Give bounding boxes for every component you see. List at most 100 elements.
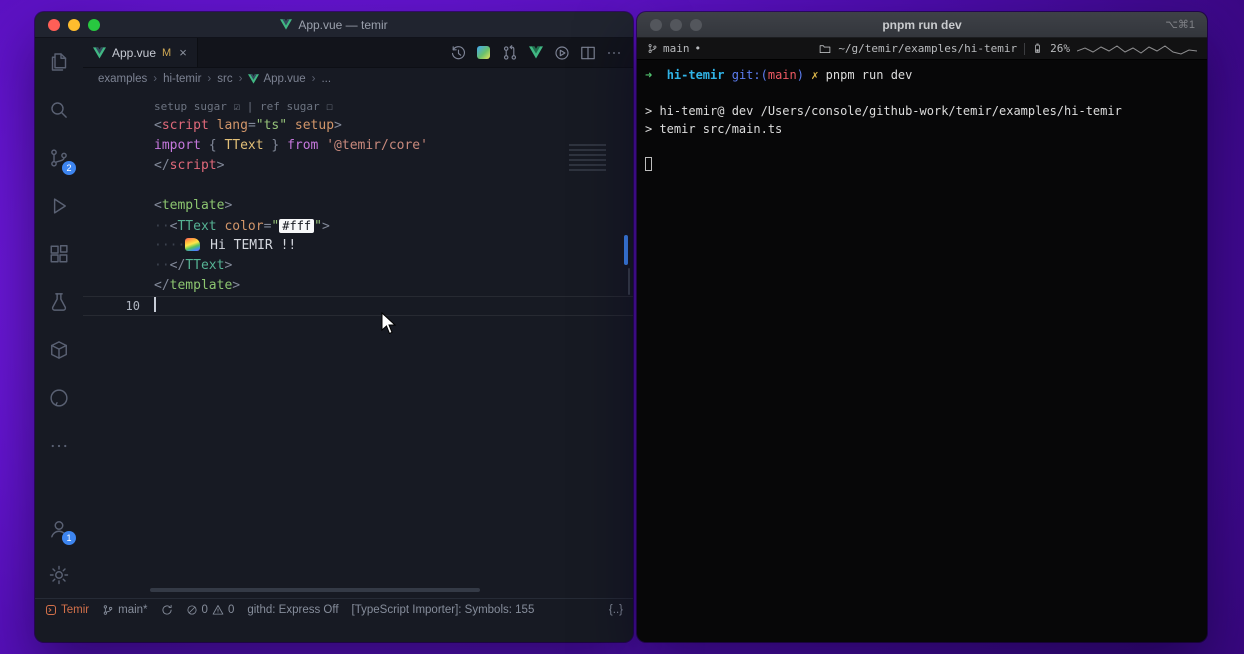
token: = — [247, 118, 256, 133]
window-title-text: App.vue — temir — [298, 17, 388, 32]
line-number — [83, 156, 154, 176]
extensions-icon[interactable] — [35, 230, 83, 278]
code-line[interactable] — [83, 176, 633, 196]
vscode-titlebar[interactable]: App.vue — temir — [35, 12, 633, 38]
token: > — [334, 118, 342, 133]
vue-devtools-icon[interactable] — [524, 41, 547, 64]
terminal-output[interactable]: ➜ hi-temir git:(main) ✗ pnpm run dev > hi… — [637, 60, 1207, 180]
minimize-window-button[interactable] — [670, 19, 682, 31]
more-views-icon[interactable] — [35, 422, 83, 470]
codelens-line[interactable]: setup sugar ☑ | ref sugar ☐ — [83, 98, 633, 116]
terminal-line[interactable]: ➜ hi-temir git:(main) ✗ pnpm run dev — [645, 66, 1199, 84]
code-line[interactable]: <template> — [83, 196, 633, 216]
minimap[interactable] — [569, 144, 621, 172]
code-line[interactable]: </script> — [83, 156, 633, 176]
line-number — [83, 256, 154, 276]
token: setup sugar — [154, 100, 234, 113]
token: TText — [224, 138, 264, 153]
status-sync[interactable] — [161, 604, 173, 616]
explorer-icon[interactable] — [35, 38, 83, 86]
terminal-title: pnpm run dev — [882, 17, 962, 32]
status-temir[interactable]: Temir — [45, 604, 89, 616]
text-cursor — [154, 297, 156, 312]
token: > temir src/main.ts — [645, 122, 783, 136]
close-tab-icon[interactable]: × — [179, 45, 187, 60]
changes-gradient-icon[interactable] — [472, 41, 495, 64]
timeline-icon[interactable] — [446, 41, 469, 64]
status-githd[interactable]: githd: Express Off — [247, 604, 338, 616]
terminal-line[interactable] — [645, 84, 1199, 102]
breadcrumb-item[interactable]: ... — [321, 73, 331, 85]
zoom-window-button[interactable] — [690, 19, 702, 31]
close-window-button[interactable] — [650, 19, 662, 31]
terminal-lines: ➜ hi-temir git:(main) ✗ pnpm run dev > hi… — [645, 66, 1199, 174]
code-line[interactable]: <script lang="ts" setup> — [83, 116, 633, 136]
breadcrumb-item[interactable]: examples — [98, 73, 147, 85]
code-line[interactable]: ··<TText color=" #fff "> — [83, 216, 633, 236]
token: " — [314, 219, 322, 234]
token: < — [154, 198, 162, 213]
dirty-indicator: • — [694, 42, 702, 55]
token: lang — [216, 118, 248, 133]
status-problems[interactable]: 0 0 — [186, 604, 234, 616]
terminal-window[interactable]: pnpm run dev ⌥⌘1 main • ~/g/temir/exampl… — [637, 12, 1207, 642]
close-window-button[interactable] — [48, 19, 60, 31]
status-ts-importer[interactable]: [TypeScript Importer]: Symbols: 155 — [352, 604, 535, 616]
terminal-cursor — [645, 157, 652, 171]
github-icon[interactable] — [35, 374, 83, 422]
tab-app-vue[interactable]: App.vue M × — [83, 38, 198, 67]
code-line[interactable]: ···· Hi TEMIR !! — [83, 236, 633, 256]
line-number — [83, 98, 154, 116]
terminal-line[interactable]: > hi-temir@ dev /Users/console/github-wo… — [645, 102, 1199, 120]
source-control-icon[interactable]: 2 — [35, 134, 83, 182]
overview-ruler-mark — [628, 268, 630, 295]
vscode-window[interactable]: App.vue — temir 2 1 App.vue M × examples… — [35, 12, 633, 642]
split-editor-icon[interactable] — [576, 41, 599, 64]
code-editor[interactable]: setup sugar ☑ | ref sugar ☐ <script lang=… — [83, 90, 633, 598]
folder-icon — [820, 44, 831, 53]
branch-name: main — [663, 42, 690, 55]
token: ☐ — [326, 100, 333, 113]
token: from — [287, 138, 319, 153]
terminal-line[interactable] — [645, 156, 1199, 174]
run-file-icon[interactable] — [550, 41, 573, 64]
code-line[interactable]: </template> — [83, 276, 633, 296]
status-branch[interactable]: main* — [102, 604, 148, 616]
terminal-titlebar[interactable]: pnpm run dev ⌥⌘1 — [637, 12, 1207, 38]
battery-icon — [1035, 43, 1040, 54]
settings-gear-icon[interactable] — [35, 552, 83, 598]
token: > hi-temir@ dev /Users/console/github-wo… — [645, 104, 1122, 118]
color-preview-chip: #fff — [279, 219, 315, 233]
terminal-branch: main • — [647, 42, 701, 55]
search-icon[interactable] — [35, 86, 83, 134]
zoom-window-button[interactable] — [88, 19, 100, 31]
package-icon[interactable] — [35, 326, 83, 374]
code-line[interactable]: import { TText } from '@temir/core' — [83, 136, 633, 156]
breadcrumb-item-file[interactable]: App.vue — [248, 73, 306, 85]
vertical-scrollbar-handle[interactable] — [624, 235, 628, 265]
horizontal-scrollbar[interactable] — [150, 588, 480, 592]
breadcrumb-file-label: App.vue — [263, 73, 306, 85]
status-braces[interactable]: {..} — [609, 604, 623, 616]
terminal-line[interactable]: > temir src/main.ts — [645, 120, 1199, 138]
testing-icon[interactable] — [35, 278, 83, 326]
minimize-window-button[interactable] — [68, 19, 80, 31]
line-number — [83, 216, 154, 236]
breadcrumb-item[interactable]: src — [217, 73, 232, 85]
activity-bar: 2 1 — [35, 38, 83, 598]
line-number — [83, 136, 154, 156]
accounts-icon[interactable]: 1 — [35, 506, 83, 552]
terminal-line[interactable] — [645, 138, 1199, 156]
code-line[interactable]: ··</TText> — [83, 256, 633, 276]
line-number — [83, 196, 154, 216]
breadcrumb: examples › hi-temir › src › App.vue › ..… — [83, 68, 633, 90]
breadcrumb-item[interactable]: hi-temir — [163, 73, 201, 85]
pull-request-icon[interactable] — [498, 41, 521, 64]
token: </ — [154, 158, 170, 173]
code-line[interactable]: 10 — [83, 296, 633, 316]
run-and-debug-icon[interactable] — [35, 182, 83, 230]
more-actions-icon[interactable] — [602, 41, 625, 64]
sparkline — [1077, 44, 1197, 55]
